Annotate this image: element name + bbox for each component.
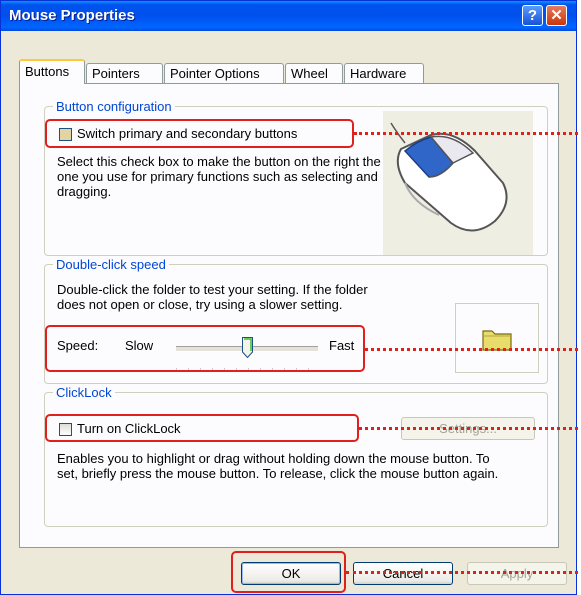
- annotation-leader-line: [359, 427, 578, 430]
- annotation-leader-line: [365, 348, 578, 351]
- highlight-speed-slider: [45, 325, 365, 372]
- tab-label: Hardware: [350, 66, 407, 81]
- window-title: Mouse Properties: [9, 7, 135, 24]
- tab-wheel[interactable]: Wheel: [285, 63, 343, 84]
- tab-buttons[interactable]: Buttons: [19, 59, 85, 84]
- group-title: Button configuration: [53, 99, 175, 114]
- group-title: ClickLock: [53, 385, 115, 400]
- tab-label: Wheel: [291, 66, 328, 81]
- annotation-leader-line: [354, 132, 578, 135]
- clicklock-description: Enables you to highlight or drag without…: [57, 451, 499, 481]
- close-icon: ✕: [550, 7, 563, 24]
- annotation-leader-line: [346, 571, 578, 574]
- tab-hardware[interactable]: Hardware: [344, 63, 424, 84]
- highlight-clicklock: [45, 414, 359, 442]
- tab-pointer-options[interactable]: Pointer Options: [164, 63, 284, 84]
- button-config-description: Select this check box to make the button…: [57, 154, 381, 199]
- test-folder-area[interactable]: [455, 303, 539, 373]
- double-click-description: Double-click the folder to test your set…: [57, 282, 368, 312]
- highlight-switch-buttons: [45, 119, 354, 148]
- tab-label: Buttons: [25, 64, 70, 79]
- close-button[interactable]: ✕: [546, 5, 567, 26]
- group-title: Double-click speed: [53, 257, 169, 272]
- title-bar[interactable]: Mouse Properties ? ✕: [1, 1, 576, 31]
- tab-label: Pointer Options: [170, 66, 260, 81]
- help-button[interactable]: ?: [522, 5, 543, 26]
- tab-pointers[interactable]: Pointers: [86, 63, 163, 84]
- highlight-ok-button: [231, 551, 346, 593]
- mouse-properties-dialog: Mouse Properties ? ✕ Buttons Pointers Po…: [0, 0, 577, 595]
- help-icon: ?: [527, 7, 538, 24]
- tab-label: Pointers: [92, 66, 140, 81]
